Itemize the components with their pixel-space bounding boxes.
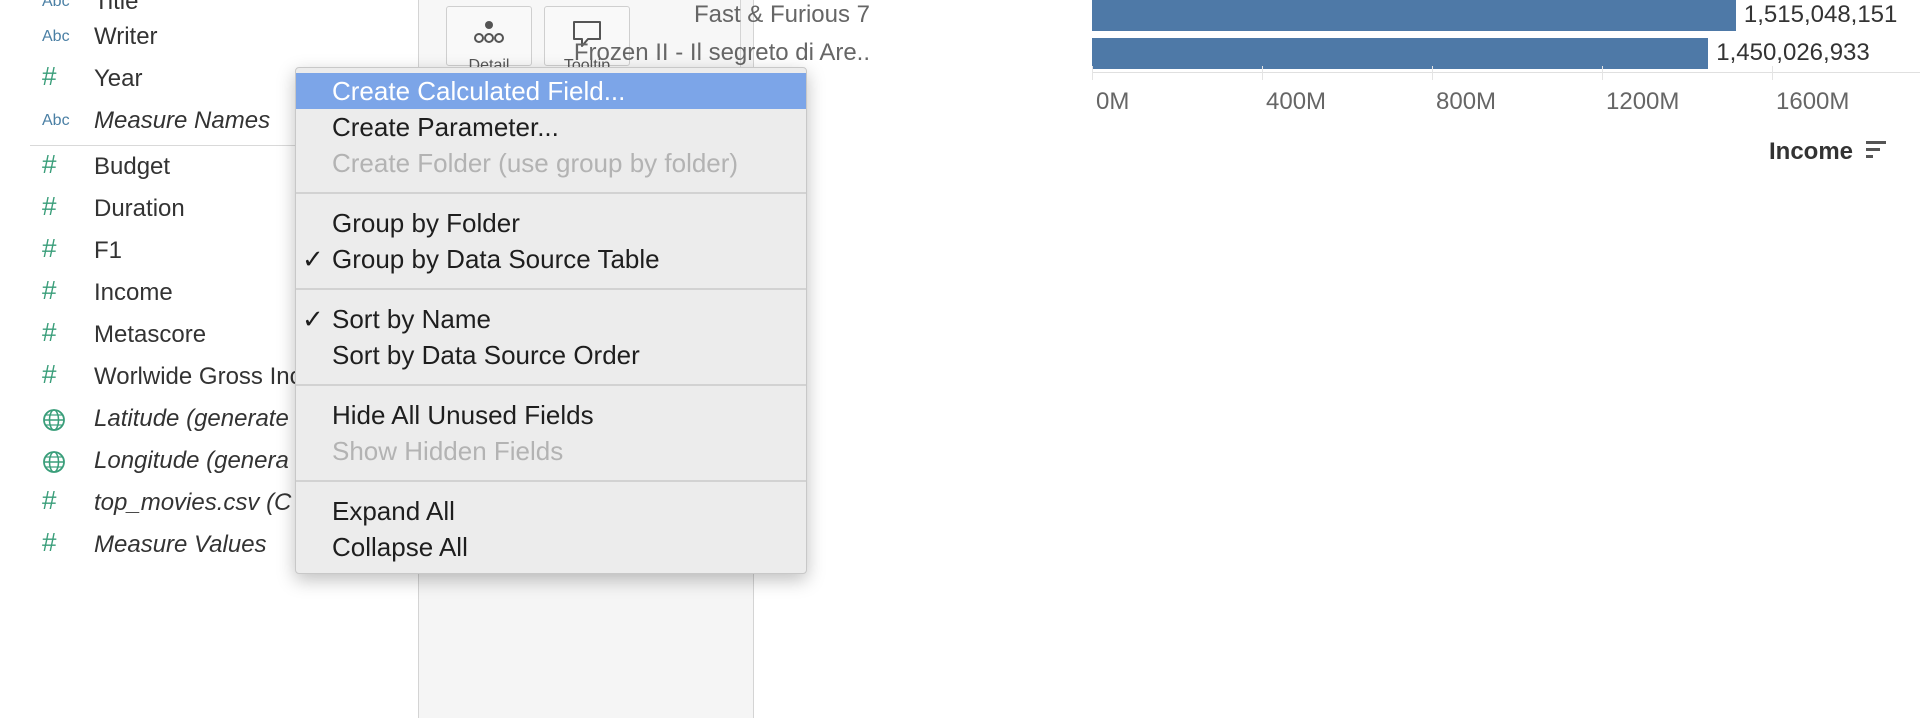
x-axis-title[interactable]: Income — [1769, 138, 1853, 166]
globe-icon — [42, 450, 74, 474]
x-axis-tick — [1262, 66, 1263, 80]
menu-item-label: Sort by Name — [332, 304, 491, 334]
field-label: top_movies.csv (C — [94, 489, 292, 516]
number-hash-icon: # — [42, 528, 57, 557]
bar-category-label: Frozen II - Il segreto di Are.. — [573, 39, 870, 66]
number-hash-icon: # — [42, 360, 57, 389]
x-axis-tick — [1602, 66, 1603, 80]
detail-dots-icon — [447, 19, 531, 50]
bar-value-label: 1,450,026,933 — [1716, 39, 1870, 66]
number-hash-icon: # — [42, 234, 57, 263]
field-item[interactable]: Abc Writer — [0, 20, 418, 54]
field-label: Title — [94, 0, 139, 15]
menu-item[interactable]: Expand All — [296, 493, 806, 529]
sort-descending-icon[interactable] — [1865, 138, 1887, 167]
menu-separator — [296, 181, 806, 205]
abc-string-icon: Abc — [42, 28, 70, 45]
number-hash-icon: # — [42, 62, 57, 91]
abc-string-icon: Abc — [42, 0, 70, 10]
menu-item[interactable]: Group by Folder — [296, 205, 806, 241]
number-hash-icon: # — [42, 192, 57, 221]
x-axis-tick-label: 800M — [1436, 88, 1497, 115]
chart-area: Income Fast & Furious 7 1,515,048,151 Froz… — [574, 0, 1920, 718]
menu-item[interactable]: ✓ Group by Data Source Table — [296, 241, 806, 277]
checkmark-icon: ✓ — [302, 243, 324, 274]
x-axis-tick — [1432, 66, 1433, 80]
abc-string-icon: Abc — [42, 112, 70, 129]
x-axis-tick-label: 1200M — [1606, 88, 1680, 115]
menu-item-label: Expand All — [332, 496, 455, 526]
field-label: Budget — [94, 153, 171, 180]
menu-item-label: Group by Data Source Table — [332, 244, 660, 274]
number-hash-icon: # — [42, 486, 57, 515]
menu-item[interactable]: Collapse All — [296, 529, 806, 565]
data-pane-context-menu: Create Calculated Field... Create Paramet… — [295, 67, 807, 574]
x-axis-tick — [1772, 66, 1773, 80]
field-item[interactable]: Abc Title — [0, 0, 418, 19]
field-label: Measure Values — [94, 531, 267, 558]
menu-item-label: Hide All Unused Fields — [332, 400, 594, 430]
menu-item[interactable]: Hide All Unused Fields — [296, 397, 806, 433]
globe-icon — [42, 408, 74, 432]
menu-separator — [296, 373, 806, 397]
menu-item-label: Show Hidden Fields — [332, 436, 564, 466]
field-label: Measure Names — [94, 107, 271, 134]
field-label: Income — [94, 279, 173, 306]
menu-item[interactable]: Create Parameter... — [296, 109, 806, 145]
number-hash-icon: # — [42, 318, 57, 347]
menu-separator — [296, 277, 806, 301]
x-axis-tick-label: 400M — [1266, 88, 1327, 115]
menu-item[interactable]: ✓ Sort by Name — [296, 301, 806, 337]
detail-button[interactable]: Detail — [446, 6, 532, 74]
bar-category-label: Fast & Furious 7 — [693, 1, 870, 28]
menu-separator — [296, 469, 806, 493]
menu-item-label: Create Folder (use group by folder) — [332, 148, 739, 178]
menu-item-label: Group by Folder — [332, 208, 520, 238]
x-axis-line — [1092, 72, 1920, 73]
field-label: Writer — [94, 23, 158, 50]
menu-item-label: Create Calculated Field... — [332, 76, 626, 106]
bar-mark[interactable] — [1092, 38, 1709, 69]
field-label: Latitude (generate — [94, 405, 289, 432]
x-axis-tick-label: 1600M — [1776, 88, 1850, 115]
field-label: Worlwide Gross Inc — [94, 363, 302, 390]
menu-item-label: Collapse All — [332, 532, 468, 562]
field-label: Year — [94, 65, 143, 92]
menu-item: Create Folder (use group by folder) — [296, 145, 806, 181]
bar-value-label: 1,515,048,151 — [1743, 1, 1898, 28]
menu-item: Show Hidden Fields — [296, 433, 806, 469]
field-label: Metascore — [94, 321, 207, 348]
menu-item[interactable]: Create Calculated Field... — [296, 73, 806, 109]
field-label: Duration — [94, 195, 185, 222]
x-axis-tick — [1092, 66, 1093, 80]
menu-item[interactable]: Sort by Data Source Order — [296, 337, 806, 373]
number-hash-icon: # — [42, 276, 57, 305]
number-hash-icon: # — [42, 150, 57, 179]
field-label: Longitude (genera — [94, 447, 289, 474]
menu-item-label: Create Parameter... — [332, 112, 559, 142]
menu-item-label: Sort by Data Source Order — [332, 340, 640, 370]
x-axis-tick-label: 0M — [1096, 88, 1130, 115]
bar-mark[interactable] — [1092, 0, 1736, 31]
checkmark-icon: ✓ — [302, 303, 324, 334]
field-label: F1 — [94, 237, 123, 264]
